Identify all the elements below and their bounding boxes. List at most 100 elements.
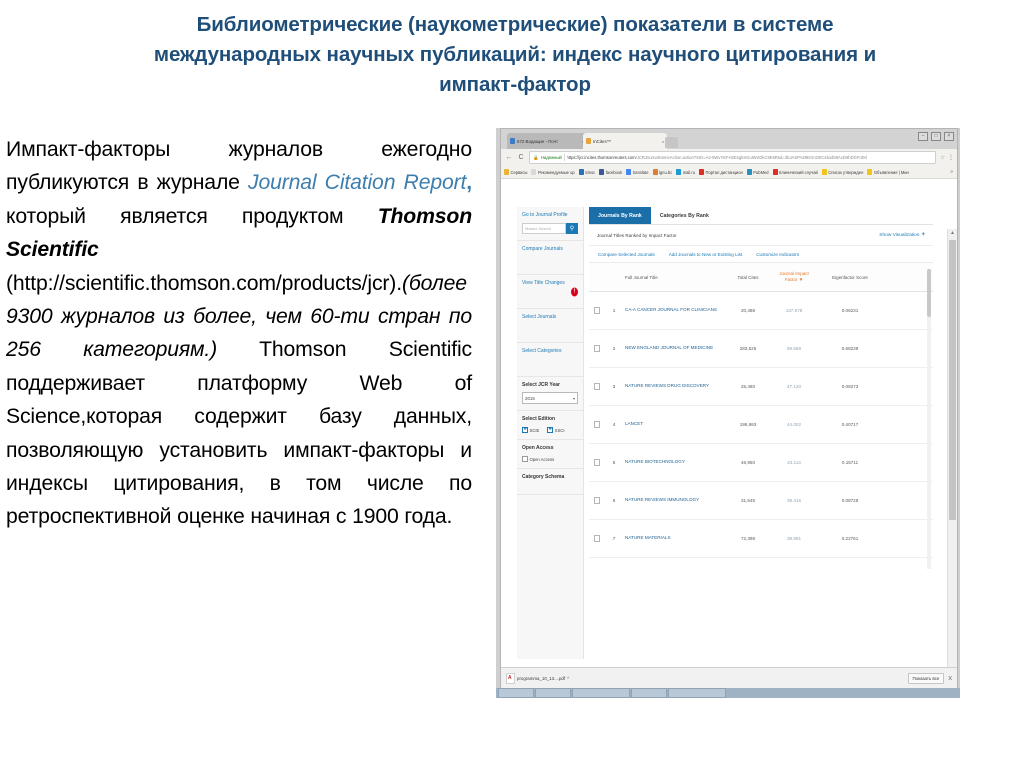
bookmark-item[interactable]: Sinsc <box>578 169 595 175</box>
bookmark-item[interactable]: Список утвержден <box>821 169 863 175</box>
bookmark-item[interactable]: facebook <box>599 169 622 175</box>
column-header-eigenfactor-score[interactable]: Eigenfactor Score <box>815 275 885 280</box>
rank-cell: 2 <box>612 346 616 351</box>
table-row[interactable]: 5 NATURE BIOTECHNOLOGY 46,950 43.113 0.1… <box>589 444 933 482</box>
column-header-journal-impact-factor[interactable]: Journal Impact Factor ▼ <box>773 271 815 282</box>
taskbar-item[interactable] <box>572 688 630 698</box>
new-tab-icon[interactable] <box>665 137 678 148</box>
show-visualization-button[interactable]: Show Visualization + <box>879 232 925 238</box>
ranked-by-label: Journal Titles Ranked by Impact Factor <box>597 232 677 238</box>
maximize-icon[interactable]: □ <box>931 132 941 141</box>
row-select-cell[interactable] <box>589 382 605 391</box>
open-access-checkbox[interactable]: Open Access <box>522 456 554 462</box>
checkbox-icon[interactable] <box>593 306 601 315</box>
row-select-cell[interactable] <box>589 496 605 505</box>
bookmark-item[interactable]: Рекомендуемые up <box>531 169 575 175</box>
browser-toolbar: ← C 🔒 Надежный https://jcr.incites.thoms… <box>501 149 957 166</box>
checkbox-icon[interactable] <box>593 534 601 543</box>
bookmark-item[interactable]: translate <box>626 169 649 175</box>
search-icon[interactable]: ⚲ <box>566 223 578 234</box>
show-all-downloads-button[interactable]: Показать все <box>907 673 945 684</box>
journal-title-cell[interactable]: NATURE REVIEWS DRUG DISCOVERY <box>623 383 723 389</box>
reload-icon[interactable]: C <box>517 154 525 161</box>
page-scrollbar[interactable]: ▲ ▼ <box>947 229 957 667</box>
bookmark-item[interactable]: PubMed <box>746 169 769 175</box>
checkbox-icon[interactable] <box>593 420 601 429</box>
impact-factor-cell: 47.120 <box>786 384 802 389</box>
bookmarks-bar: Сервисы Рекомендуемые up Sinsc facebook … <box>501 166 957 179</box>
close-shelf-icon[interactable]: X <box>948 676 952 682</box>
compare-selected-journals-button[interactable]: Compare Selected Journals <box>598 252 655 257</box>
table-row[interactable]: 2 NEW ENGLAND JOURNAL OF MEDICINE 283,52… <box>589 330 933 368</box>
download-item[interactable]: programma_10_13....pdf ^ <box>506 673 569 684</box>
checkbox-icon[interactable] <box>593 458 601 467</box>
sidebar-item-compare-journals[interactable]: Compare Journals <box>517 241 583 275</box>
table-row[interactable]: 1 CA-A CANCER JOURNAL FOR CLINICIANS 20,… <box>589 292 933 330</box>
journal-title-cell[interactable]: NATURE MATERIALS <box>623 535 723 541</box>
sidebar-item-select-categories[interactable]: Select Categories <box>517 343 583 377</box>
jcr-year-select[interactable]: 2015 ▾ <box>522 392 578 404</box>
row-select-cell[interactable] <box>589 534 605 543</box>
row-select-cell[interactable] <box>589 458 605 467</box>
minimize-icon[interactable]: – <box>918 132 928 141</box>
back-icon[interactable]: ← <box>505 154 513 161</box>
bookmark-item[interactable]: lgnu.bc <box>652 169 672 175</box>
journal-title-cell[interactable]: CA-A CANCER JOURNAL FOR CLINICIANS <box>623 307 723 313</box>
sidebar-item-select-journals[interactable]: Select Journals <box>517 309 583 343</box>
customize-indicators-button[interactable]: Customize Indicators <box>756 252 799 257</box>
tab-favicon-icon <box>510 138 515 144</box>
bookmark-item[interactable]: Клинический случай <box>772 169 818 175</box>
checkbox-icon[interactable] <box>593 344 601 353</box>
sidebar-item-view-title-changes[interactable]: View Title Changes ! <box>517 275 583 309</box>
bookmark-label: translate <box>632 169 649 175</box>
table-row[interactable]: 7 NATURE MATERIALS 72,398 38.891 0.22761 <box>589 520 933 558</box>
scroll-up-icon[interactable]: ▲ <box>948 229 957 238</box>
table-scrollbar-thumb[interactable] <box>927 269 931 317</box>
journal-title-cell[interactable]: LANCET <box>623 421 723 427</box>
bookmark-item[interactable]: Объявления | Мин <box>867 169 909 175</box>
bookmark-item[interactable]: Сервисы <box>504 169 527 175</box>
browser-tab-mail[interactable]: 672 Водащие - Почт x <box>507 133 587 149</box>
eigenfactor-cell: 0.40717 <box>841 422 859 427</box>
add-journals-to-list-button[interactable]: Add Journals to New or Existing List <box>669 252 743 257</box>
row-select-cell[interactable] <box>589 306 605 315</box>
kebab-menu-icon[interactable]: ⋮ <box>948 154 954 161</box>
jcr-sidebar: Go to Journal Profile Master Search ⚲ Co… <box>517 207 584 659</box>
edition-scie-checkbox[interactable]: SCIE <box>522 427 539 433</box>
secure-label: Надежный <box>540 155 562 160</box>
journal-title-cell[interactable]: NEW ENGLAND JOURNAL OF MEDICINE <box>623 345 723 351</box>
edition-ssci-checkbox[interactable]: SSCI <box>547 427 565 433</box>
journal-title-cell[interactable]: NATURE BIOTECHNOLOGY <box>623 459 723 465</box>
taskbar-item[interactable] <box>535 688 571 698</box>
sidebar-section-category-schema: Category Schema <box>517 469 583 495</box>
bookmark-item[interactable]: mail.ru <box>676 169 695 175</box>
page-scrollbar-thumb[interactable] <box>949 240 956 520</box>
tab-close-icon[interactable]: x <box>662 139 664 144</box>
tab-categories-by-rank[interactable]: Categories By Rank <box>651 207 718 224</box>
checkbox-icon[interactable] <box>593 496 601 505</box>
row-select-cell[interactable] <box>589 344 605 353</box>
taskbar-item[interactable] <box>498 688 534 698</box>
column-header-total-cites[interactable]: Total Cites <box>723 275 773 280</box>
address-bar[interactable]: 🔒 Надежный https://jcr.incites.thomsonre… <box>529 151 937 164</box>
browser-tab-incites[interactable]: InCites™ x <box>583 133 667 149</box>
taskbar-item[interactable] <box>668 688 726 698</box>
search-input[interactable]: Master Search <box>522 223 566 234</box>
tab-journals-by-rank[interactable]: Journals By Rank <box>589 207 651 224</box>
table-row[interactable]: 4 LANCET 195,993 44.002 0.40717 <box>589 406 933 444</box>
table-row[interactable]: 3 NATURE REVIEWS DRUG DISCOVERY 25,460 4… <box>589 368 933 406</box>
jcr-body: Go to Journal Profile Master Search ⚲ Co… <box>509 207 941 659</box>
close-icon[interactable]: × <box>944 132 954 141</box>
row-select-cell[interactable] <box>589 420 605 429</box>
checkbox-icon[interactable] <box>593 382 601 391</box>
bookmarks-overflow-icon[interactable]: » <box>950 169 954 175</box>
bookmark-star-icon[interactable]: ☆ <box>940 155 945 161</box>
table-scrollbar[interactable] <box>927 269 931 569</box>
chevron-up-icon[interactable]: ^ <box>567 676 569 681</box>
taskbar-item[interactable] <box>631 688 667 698</box>
column-header-full-journal-title[interactable]: Full Journal Title <box>623 275 723 280</box>
download-file-name: programma_10_13....pdf <box>517 676 566 681</box>
journal-title-cell[interactable]: NATURE REVIEWS IMMUNOLOGY <box>623 497 723 503</box>
bookmark-item[interactable]: Портал дистанцион <box>699 169 743 175</box>
table-row[interactable]: 6 NATURE REVIEWS IMMUNOLOGY 31,545 39.41… <box>589 482 933 520</box>
